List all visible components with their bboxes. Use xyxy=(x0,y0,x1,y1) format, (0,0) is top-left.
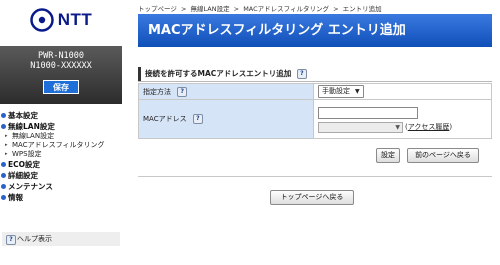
help-label: ヘルプ表示 xyxy=(17,235,52,243)
set-button[interactable]: 設定 xyxy=(376,148,400,163)
section-help-icon[interactable]: ? xyxy=(296,69,307,79)
save-button[interactable]: 保存 xyxy=(43,80,79,94)
mac-value-cell: ▼ (アクセス履歴) xyxy=(313,99,492,139)
back-button[interactable]: 前のページへ戻る xyxy=(407,148,479,163)
section-heading: 接続を許可するMACアドレスエントリ追加 ? xyxy=(138,67,492,81)
content-divider xyxy=(138,176,492,177)
nav-item-basic-settings[interactable]: 基本設定 xyxy=(0,110,122,121)
ntt-logo-icon xyxy=(29,8,54,32)
sidebar-nav: 基本設定 無線LAN設定 無線LAN設定 MACアドレスフィルタリング WPS設… xyxy=(0,110,122,203)
mac-address-input[interactable] xyxy=(318,106,418,119)
breadcrumb-separator: > xyxy=(180,5,187,13)
help-icon: ? xyxy=(6,235,16,245)
section-divider xyxy=(138,81,492,82)
sidebar: NTT PWR-N1000 N1000-XXXXXX 保存 基本設定 無線LAN… xyxy=(0,0,122,265)
breadcrumb: トップページ > 無線LAN設定 > MACアドレスフィルタリング > エントリ… xyxy=(138,3,382,13)
mac-history-row: ▼ (アクセス履歴) xyxy=(318,121,487,133)
chevron-down-icon: ▼ xyxy=(395,123,400,131)
entry-form-table: 指定方法 ? 手動設定 ▼ MACアドレス ? ▼ (アクセス履歴) xyxy=(138,83,492,139)
mac-row: MACアドレス ? ▼ (アクセス履歴) xyxy=(138,99,492,139)
breadcrumb-separator: > xyxy=(333,5,339,13)
section-title: 接続を許可するMACアドレスエントリ追加 xyxy=(145,69,292,78)
logo-text: NTT xyxy=(57,10,93,29)
mac-label: MACアドレス xyxy=(143,115,187,123)
nav-item-eco-settings[interactable]: ECO設定 xyxy=(0,159,122,170)
access-history-link-wrapper: (アクセス履歴) xyxy=(405,122,452,132)
help-toggle[interactable]: ? ヘルプ表示 xyxy=(2,232,120,246)
mac-help-icon[interactable]: ? xyxy=(192,114,203,124)
access-history-link[interactable]: アクセス履歴 xyxy=(408,123,450,131)
device-info-panel: PWR-N1000 N1000-XXXXXX 保存 xyxy=(0,46,122,104)
method-select[interactable]: 手動設定 ▼ xyxy=(318,85,364,98)
mac-label-cell: MACアドレス ? xyxy=(138,99,314,139)
nav-item-wireless-lan[interactable]: 無線LAN設定 xyxy=(0,121,122,132)
model-id: N1000-XXXXXX xyxy=(30,61,92,71)
breadcrumb-current: エントリ追加 xyxy=(342,5,382,13)
ntt-logo: NTT xyxy=(0,0,122,40)
nav-sub-wireless-lan-settings[interactable]: 無線LAN設定 xyxy=(0,132,122,141)
method-label-cell: 指定方法 ? xyxy=(138,83,314,100)
breadcrumb-top[interactable]: トップページ xyxy=(138,5,177,13)
main-content: トップページ > 無線LAN設定 > MACアドレスフィルタリング > エントリ… xyxy=(130,0,500,265)
nav-sub-mac-filtering[interactable]: MACアドレスフィルタリング xyxy=(0,141,122,150)
nav-item-maintenance[interactable]: メンテナンス xyxy=(0,181,122,192)
breadcrumb-mac-filtering[interactable]: MACアドレスフィルタリング xyxy=(243,5,329,13)
mac-history-select: ▼ xyxy=(318,121,403,133)
nav-item-information[interactable]: 情報 xyxy=(0,192,122,203)
breadcrumb-wireless-lan[interactable]: 無線LAN設定 xyxy=(190,5,229,13)
breadcrumb-separator: > xyxy=(233,5,240,13)
method-value-cell: 手動設定 ▼ xyxy=(313,83,492,100)
paren-close: ) xyxy=(449,123,453,131)
chevron-down-icon: ▼ xyxy=(355,88,360,95)
method-label: 指定方法 xyxy=(143,87,171,96)
nav-sub-wps-settings[interactable]: WPS設定 xyxy=(0,150,122,159)
page-title: MACアドレスフィルタリング エントリ追加 xyxy=(138,14,492,47)
method-row: 指定方法 ? 手動設定 ▼ xyxy=(138,83,492,100)
model-name: PWR-N1000 xyxy=(37,51,85,61)
nav-item-advanced-settings[interactable]: 詳細設定 xyxy=(0,170,122,181)
method-help-icon[interactable]: ? xyxy=(177,86,188,97)
back-to-top-button[interactable]: トップページへ戻る xyxy=(270,190,354,205)
method-select-value: 手動設定 xyxy=(322,87,350,95)
